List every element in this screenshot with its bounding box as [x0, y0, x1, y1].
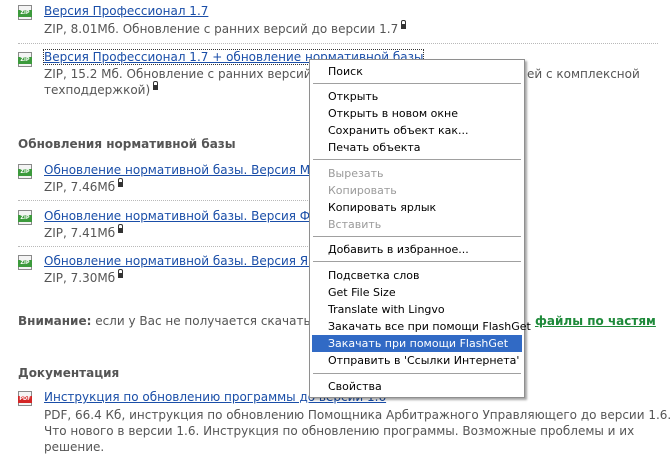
doc-meta-line2: Что нового в версии 1.6. Инструкция по о…: [44, 424, 635, 438]
file-meta-line2: техподдержкой): [44, 81, 159, 97]
zip-file-icon: ZIP: [18, 210, 32, 225]
menu-item-properties[interactable]: Свойства: [312, 378, 522, 395]
menu-item-search[interactable]: Поиск: [312, 63, 522, 80]
menu-item-add-favorites[interactable]: Добавить в избранное...: [312, 241, 522, 258]
file-meta: ZIP, 7.30Мб: [44, 269, 124, 285]
doc-meta-line1: PDF, 66.4 Кб, инструкция по обновлению П…: [44, 408, 671, 422]
zip-file-icon: ZIP: [18, 52, 32, 67]
download-link-pro-1-7[interactable]: Версия Профессионал 1.7: [44, 4, 208, 18]
lock-icon: [118, 269, 124, 278]
divider: [18, 200, 308, 201]
menu-item-save-as[interactable]: Сохранить объект как...: [312, 122, 522, 139]
lock-icon: [118, 178, 124, 187]
menu-item-copy-shortcut[interactable]: Копировать ярлык: [312, 199, 522, 216]
menu-item-print[interactable]: Печать объекта: [312, 139, 522, 156]
menu-separator: [313, 159, 521, 161]
section-heading-docs: Документация: [18, 366, 120, 380]
menu-separator: [313, 83, 521, 85]
menu-item-flashget[interactable]: Закачать при помощи FlashGet: [312, 335, 522, 352]
file-meta: ZIP, 8.01Мб. Обновление с ранних версий …: [44, 20, 407, 36]
menu-item-translate-lingvo[interactable]: Translate with Lingvo: [312, 301, 522, 318]
menu-item-open-new-window[interactable]: Открыть в новом окне: [312, 105, 522, 122]
menu-item-paste[interactable]: Вставить: [312, 216, 522, 233]
menu-item-highlight-words[interactable]: Подсветка слов: [312, 267, 522, 284]
menu-item-open[interactable]: Открыть: [312, 88, 522, 105]
attention-note: Внимание: если у Вас не получается скача…: [18, 314, 325, 328]
lock-icon: [118, 224, 124, 233]
download-link-base-jan[interactable]: Обновление нормативной базы. Версия Янв: [44, 254, 323, 268]
menu-item-get-file-size[interactable]: Get File Size: [312, 284, 522, 301]
menu-item-send-internet-links[interactable]: Отправить в 'Ссылки Интернета': [312, 352, 522, 369]
section-heading-updates: Обновления нормативной базы: [18, 137, 236, 151]
zip-file-icon: ZIP: [18, 5, 32, 20]
divider: [18, 43, 658, 44]
context-menu: Поиск Открыть Открыть в новом окне Сохра…: [309, 59, 531, 398]
lock-icon: [401, 20, 407, 29]
file-meta-cont: ей с комплексной: [527, 67, 640, 81]
menu-item-copy[interactable]: Копировать: [312, 182, 522, 199]
file-meta: ZIP, 15.2 Мб. Обновление с ранних версий: [44, 67, 312, 81]
menu-item-cut[interactable]: Вырезать: [312, 165, 522, 182]
file-meta: ZIP, 7.41Мб: [44, 224, 124, 240]
download-parts-link[interactable]: файлы по частям: [535, 314, 656, 328]
download-link-base-mar[interactable]: Обновление нормативной базы. Версия Мар: [44, 163, 325, 177]
doc-meta-line3: решение.: [44, 440, 105, 454]
menu-separator: [313, 236, 521, 238]
menu-separator: [313, 373, 521, 375]
menu-separator: [313, 261, 521, 263]
divider: [18, 246, 308, 247]
pdf-file-icon: PDF: [18, 391, 32, 406]
menu-item-flashget-all[interactable]: Закачать все при помощи FlashGet: [312, 318, 531, 335]
lock-icon: [153, 81, 159, 90]
download-link-base-feb[interactable]: Обновление нормативной базы. Версия Фев: [44, 209, 325, 223]
zip-file-icon: ZIP: [18, 164, 32, 179]
zip-file-icon: ZIP: [18, 255, 32, 270]
file-meta: ZIP, 7.46Мб: [44, 178, 124, 194]
